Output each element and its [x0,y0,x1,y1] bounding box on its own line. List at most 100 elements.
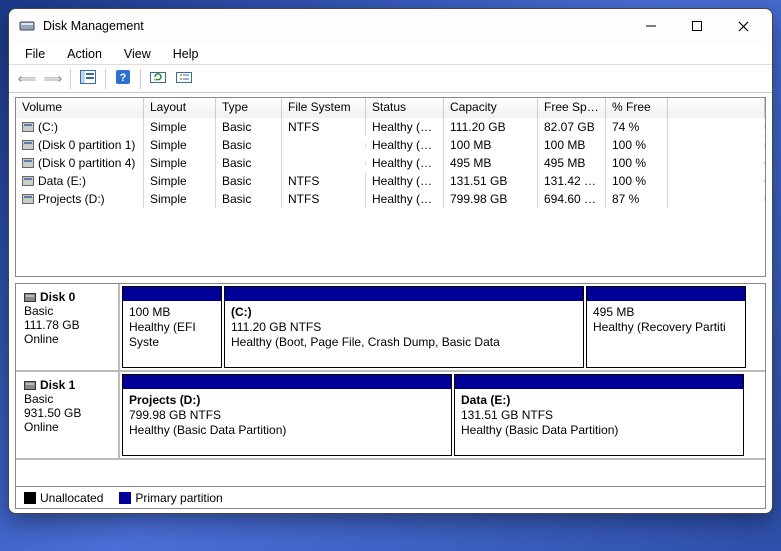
menu-file[interactable]: File [15,45,55,63]
toolbar-separator [140,69,141,89]
partition[interactable]: 495 MBHealthy (Recovery Partiti [586,286,746,368]
volume-icon [22,122,34,132]
partition-color-bar [123,375,451,389]
disk-label[interactable]: Disk 1Basic931.50 GBOnline [16,372,120,458]
legend-unallocated: Unallocated [24,491,103,505]
partition[interactable]: Projects (D:)799.98 GB NTFSHealthy (Basi… [122,374,452,456]
col-volume[interactable]: Volume [16,98,144,118]
volume-row[interactable]: Projects (D:)SimpleBasicNTFSHealthy (B..… [16,190,765,208]
legend-unallocated-label: Unallocated [40,491,103,505]
volume-status: Healthy (E... [366,136,444,154]
graphical-view: Disk 0Basic111.78 GBOnline100 MBHealthy … [15,283,766,509]
app-icon [19,18,35,34]
disk-name: Disk 1 [40,378,75,392]
panel-icon [80,70,96,87]
volume-name: (C:) [38,120,58,134]
volume-pfree: 100 % [606,136,668,154]
volume-row[interactable]: (C:)SimpleBasicNTFSHealthy (B...111.20 G… [16,118,765,136]
volume-layout: Simple [144,190,216,208]
volume-type: Basic [216,190,282,208]
volume-row[interactable]: (Disk 0 partition 4)SimpleBasicHealthy (… [16,154,765,172]
col-type[interactable]: Type [216,98,282,118]
volume-free: 495 MB [538,154,606,172]
settings-button[interactable] [172,68,196,90]
partition-size: 100 MB [129,305,215,320]
help-button[interactable]: ? [111,68,135,90]
legend-primary: Primary partition [119,491,222,505]
volume-icon [22,194,34,204]
volume-name: (Disk 0 partition 4) [38,156,135,170]
volume-type: Basic [216,154,282,172]
volume-pfree: 87 % [606,190,668,208]
col-filler [668,98,765,118]
col-layout[interactable]: Layout [144,98,216,118]
disk-label[interactable]: Disk 0Basic111.78 GBOnline [16,284,120,370]
titlebar[interactable]: Disk Management [9,9,772,43]
close-button[interactable] [720,9,766,43]
col-pfree[interactable]: % Free [606,98,668,118]
volume-list-header[interactable]: Volume Layout Type File System Status Ca… [16,98,765,118]
list-settings-icon [176,70,192,87]
volume-list[interactable]: Volume Layout Type File System Status Ca… [15,97,766,277]
content-area: Volume Layout Type File System Status Ca… [9,93,772,513]
volume-row[interactable]: Data (E:)SimpleBasicNTFSHealthy (B...131… [16,172,765,190]
volume-capacity: 131.51 GB [444,172,538,190]
volume-row[interactable]: (Disk 0 partition 1)SimpleBasicHealthy (… [16,136,765,154]
disk-name: Disk 0 [40,290,75,304]
disk-state: Online [24,420,110,434]
svg-text:?: ? [120,72,127,84]
col-capacity[interactable]: Capacity [444,98,538,118]
disk-size: 111.78 GB [24,318,110,332]
disk-row: Disk 1Basic931.50 GBOnlineProjects (D:)7… [16,372,765,460]
toolbar: ⟸ ⟹ ? [9,65,772,93]
refresh-button[interactable] [146,68,170,90]
menu-view[interactable]: View [114,45,161,63]
window-controls [628,9,766,43]
partition-area: 100 MBHealthy (EFI Syste(C:)111.20 GB NT… [120,284,765,370]
volume-pfree: 100 % [606,154,668,172]
col-filesystem[interactable]: File System [282,98,366,118]
refresh-icon [150,70,166,87]
menu-help[interactable]: Help [163,45,209,63]
partition-size: 799.98 GB NTFS [129,408,445,423]
volume-pfree: 100 % [606,172,668,190]
volume-fs [282,161,366,165]
forward-button[interactable]: ⟹ [41,68,65,90]
volume-layout: Simple [144,118,216,136]
partition[interactable]: (C:)111.20 GB NTFSHealthy (Boot, Page Fi… [224,286,584,368]
disk-row: Disk 0Basic111.78 GBOnline100 MBHealthy … [16,284,765,372]
disk-state: Online [24,332,110,346]
volume-icon [22,158,34,168]
partition-color-bar [123,287,221,301]
maximize-button[interactable] [674,9,720,43]
help-icon: ? [115,69,131,88]
disk-icon [24,293,36,302]
legend: Unallocated Primary partition [16,486,765,508]
col-status[interactable]: Status [366,98,444,118]
toolbar-separator [105,69,106,89]
partition-status: Healthy (EFI Syste [129,320,215,350]
minimize-button[interactable] [628,9,674,43]
volume-icon [22,176,34,186]
partition[interactable]: 100 MBHealthy (EFI Syste [122,286,222,368]
volume-status: Healthy (R... [366,154,444,172]
partition[interactable]: Data (E:)131.51 GB NTFSHealthy (Basic Da… [454,374,744,456]
volume-type: Basic [216,172,282,190]
swatch-unallocated-icon [24,492,36,504]
disk-kind: Basic [24,304,110,318]
show-hide-button[interactable] [76,68,100,90]
disk-icon [24,381,36,390]
disk-size: 931.50 GB [24,406,110,420]
col-free[interactable]: Free Spa... [538,98,606,118]
volume-type: Basic [216,118,282,136]
partition-name: (C:) [231,305,577,320]
partition-color-bar [455,375,743,389]
menu-action[interactable]: Action [57,45,112,63]
partition-size: 111.20 GB NTFS [231,320,577,335]
back-button[interactable]: ⟸ [15,68,39,90]
volume-fs: NTFS [282,172,366,190]
legend-primary-label: Primary partition [135,491,222,505]
volume-fs: NTFS [282,190,366,208]
partition-size: 131.51 GB NTFS [461,408,737,423]
partition-status: Healthy (Basic Data Partition) [129,423,445,438]
